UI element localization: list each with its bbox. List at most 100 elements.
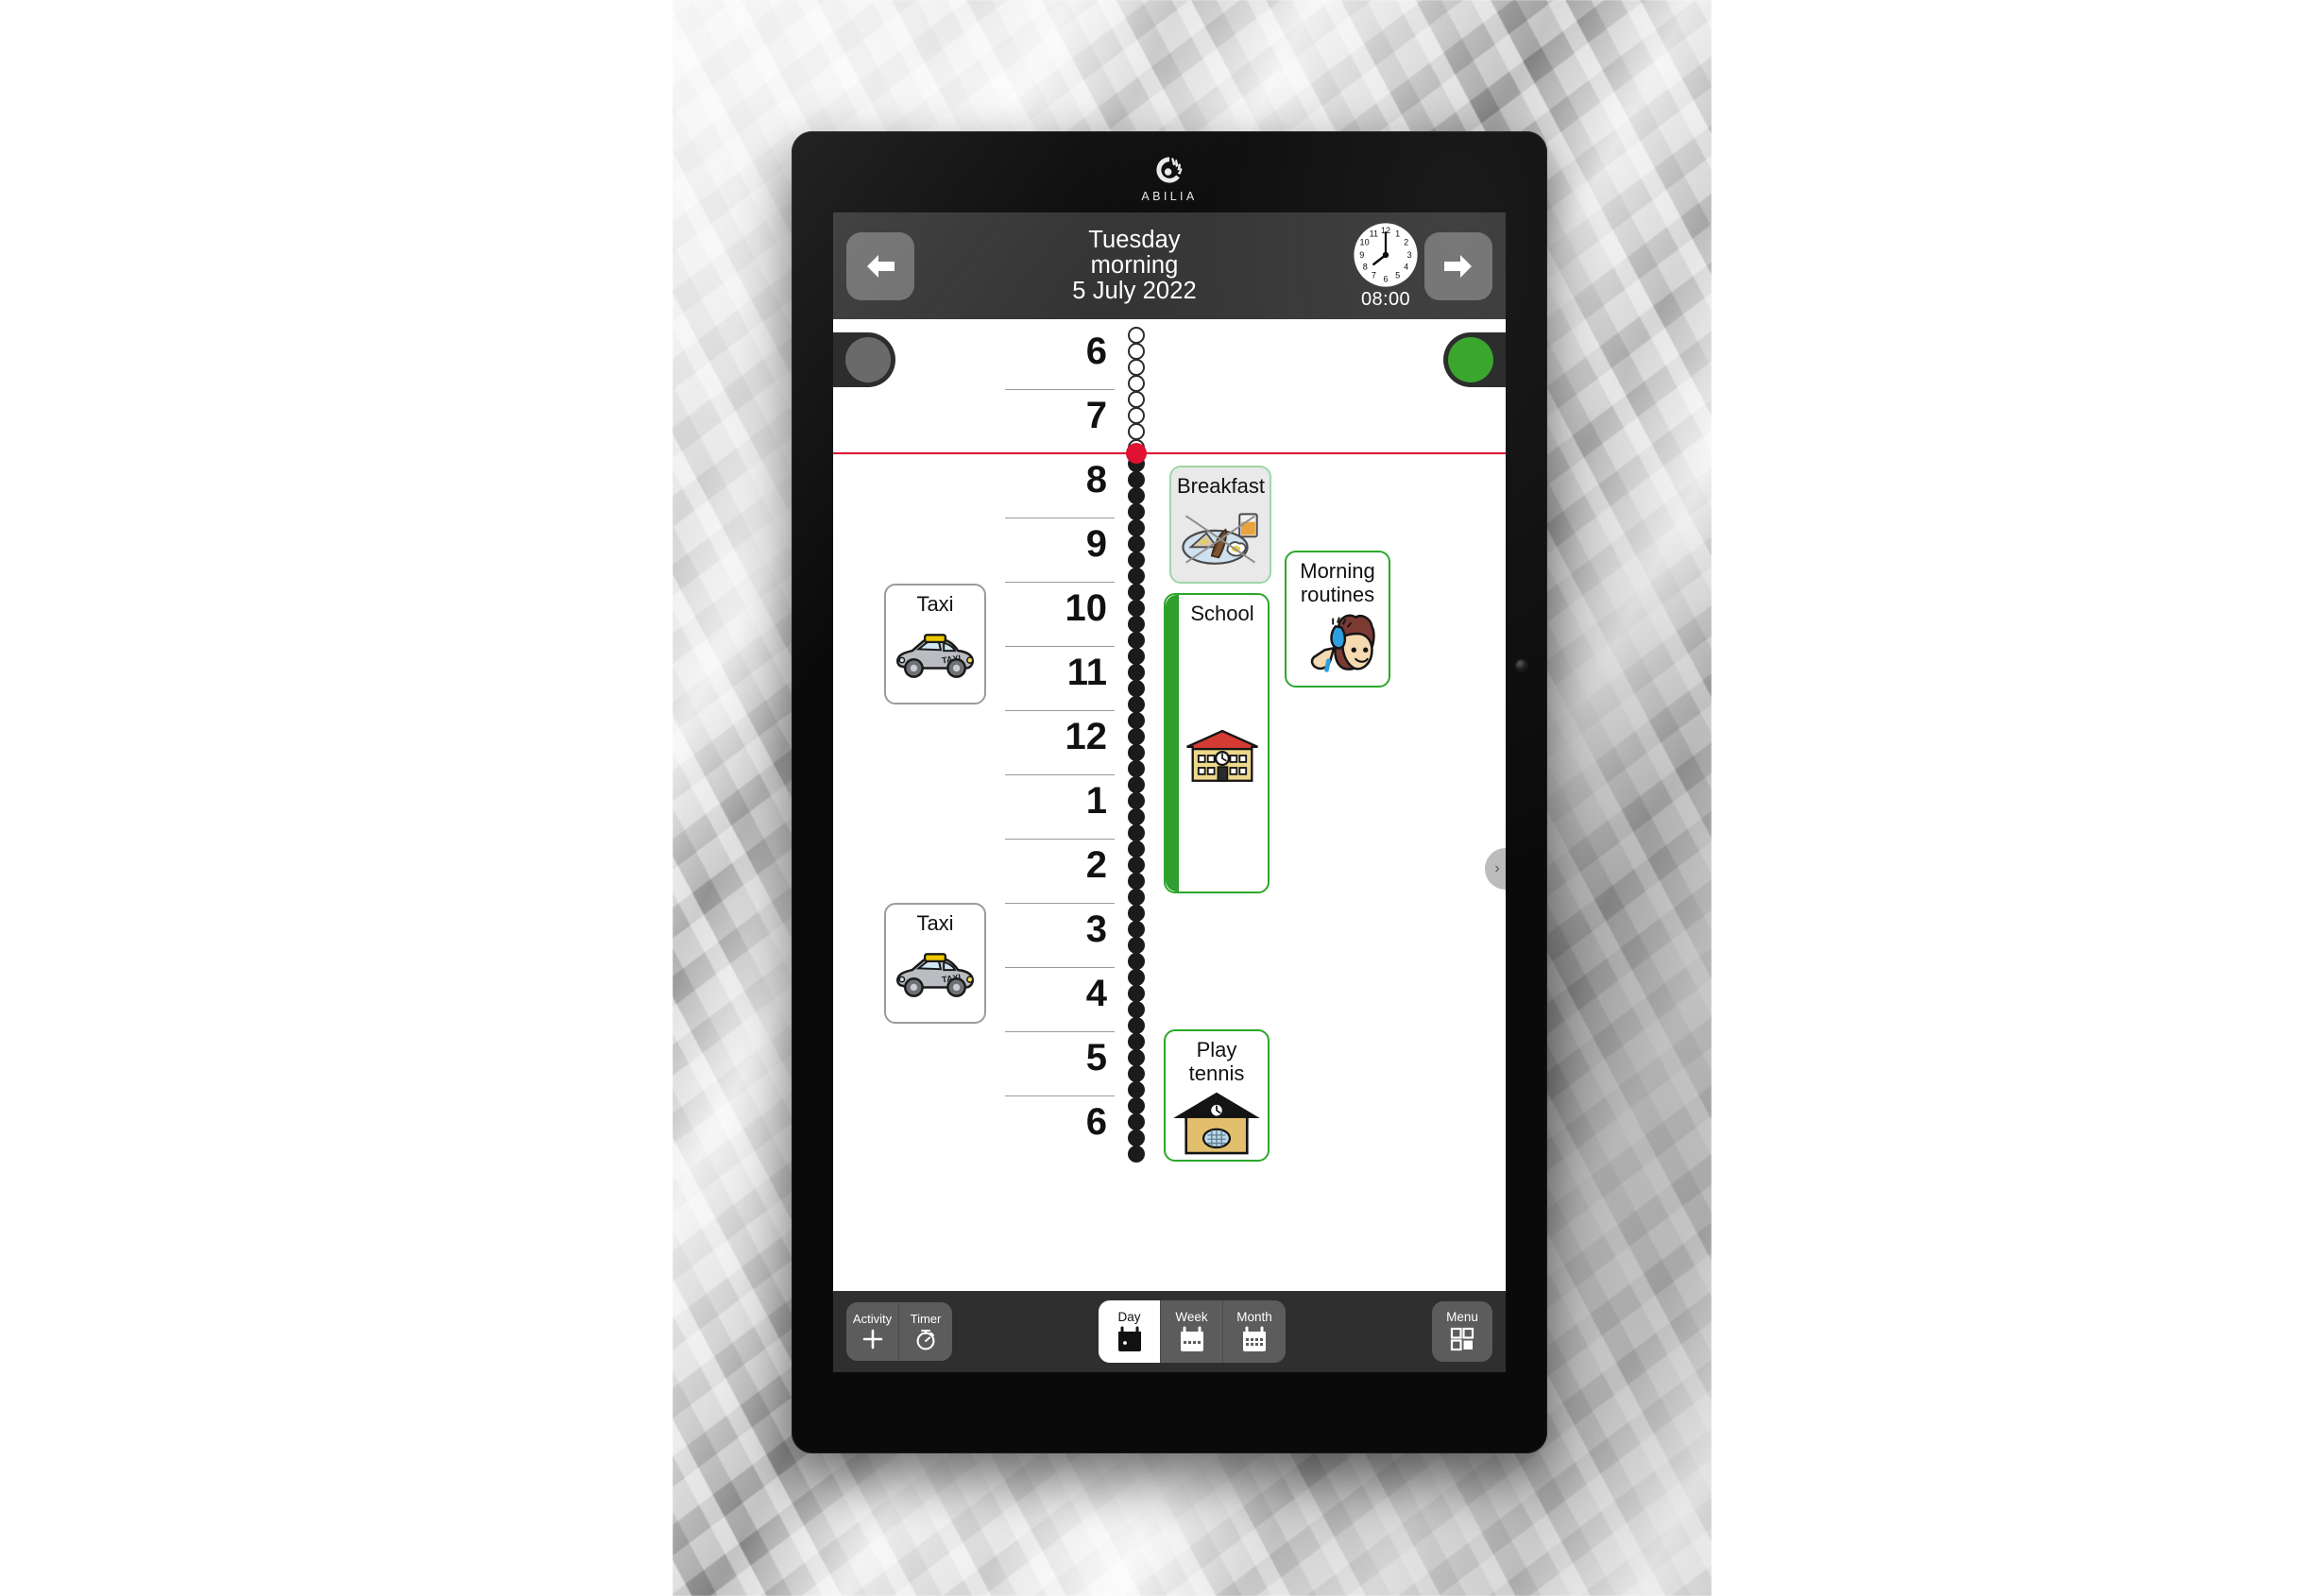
activity-card-breakfast[interactable]: Breakfast bbox=[1169, 466, 1271, 584]
quarter-dot-past bbox=[1128, 407, 1145, 424]
arrow-right-icon bbox=[1444, 254, 1472, 278]
quarter-dot-future bbox=[1128, 696, 1145, 713]
quarter-dot-future bbox=[1128, 776, 1145, 793]
hour-separator-line bbox=[1005, 646, 1115, 647]
quarter-dot-future bbox=[1128, 1113, 1145, 1130]
tennis-house-icon bbox=[1173, 1092, 1260, 1155]
activity-card-play-tennis[interactable]: Play tennis bbox=[1164, 1029, 1270, 1162]
hour-separator-line bbox=[1005, 903, 1115, 904]
bezel-screw bbox=[1516, 660, 1526, 671]
quarter-dot-future bbox=[1128, 503, 1145, 520]
activity-card-taxi-afternoon[interactable]: Taxi TAXI bbox=[884, 903, 986, 1024]
activity-card-school[interactable]: School bbox=[1164, 593, 1270, 893]
school-building-icon bbox=[1186, 729, 1258, 782]
tab-week-label: Week bbox=[1175, 1309, 1208, 1324]
quarter-dot-future bbox=[1128, 1146, 1145, 1163]
plus-icon bbox=[862, 1329, 882, 1349]
quarter-dot-future bbox=[1128, 1049, 1145, 1066]
svg-text:3: 3 bbox=[1407, 249, 1412, 259]
edge-scroll-handle[interactable]: › bbox=[1485, 848, 1506, 890]
quarter-dot-past bbox=[1128, 343, 1145, 360]
activity-card-art bbox=[1171, 1089, 1262, 1155]
add-activity-button[interactable]: Activity bbox=[846, 1302, 899, 1361]
menu-button[interactable]: Menu bbox=[1432, 1301, 1492, 1362]
quarter-dot-future bbox=[1128, 1081, 1145, 1098]
quarter-dot-future bbox=[1128, 680, 1145, 697]
breakfast-plate-icon bbox=[1182, 513, 1258, 565]
activity-card-taxi-morning[interactable]: Taxi TAXI bbox=[884, 584, 986, 705]
quarter-dot-past bbox=[1128, 359, 1145, 376]
quarter-dot-future bbox=[1128, 792, 1145, 809]
quarter-dot-future bbox=[1128, 712, 1145, 729]
left-toggle-knob bbox=[845, 337, 891, 382]
hour-separator-line bbox=[1005, 839, 1115, 840]
quarter-dot-future bbox=[1128, 840, 1145, 857]
digital-clock-label: 08:00 bbox=[1360, 288, 1411, 310]
abilia-tablet-device: ABILIA Tuesday morning 5 July 2022 12 1 … bbox=[792, 131, 1547, 1453]
hour-separator-line bbox=[1005, 389, 1115, 390]
tab-week[interactable]: Week bbox=[1161, 1300, 1223, 1363]
activity-timer-group: Activity Timer bbox=[846, 1302, 952, 1361]
hour-label: 7 bbox=[1085, 395, 1107, 436]
quarter-dot-future bbox=[1128, 985, 1145, 1002]
screen: Tuesday morning 5 July 2022 12 1 2 345 678… bbox=[833, 212, 1506, 1372]
previous-day-button[interactable] bbox=[846, 231, 914, 300]
hour-label: 4 bbox=[1085, 973, 1107, 1014]
quarter-dot-future bbox=[1128, 471, 1145, 488]
taxi-cab-icon: TAXI bbox=[896, 633, 974, 678]
add-activity-label: Activity bbox=[852, 1311, 893, 1326]
activity-card-morning-routines[interactable]: Morning routines bbox=[1285, 551, 1390, 688]
date-heading: Tuesday morning 5 July 2022 bbox=[918, 226, 1351, 304]
quarter-dot-future bbox=[1128, 969, 1145, 986]
hour-separator-line bbox=[1005, 774, 1115, 775]
left-pill-toggle[interactable]: › bbox=[833, 332, 895, 387]
hour-ruler: 6 7 8 9 10 11 12 1 2 3 4 5 6 bbox=[1005, 319, 1120, 1372]
date-label: 5 July 2022 bbox=[1072, 278, 1197, 304]
quarter-dot-future bbox=[1128, 552, 1145, 569]
activity-card-art bbox=[1183, 630, 1262, 884]
activity-card-title: Breakfast bbox=[1177, 474, 1265, 498]
part-of-day-label: morning bbox=[1090, 251, 1179, 279]
quarter-dot-future bbox=[1128, 953, 1145, 970]
activity-card-art bbox=[1177, 502, 1264, 574]
svg-text:5: 5 bbox=[1395, 270, 1400, 280]
arrow-left-icon bbox=[867, 254, 895, 278]
hour-label: 3 bbox=[1085, 908, 1107, 950]
weekday-label: Tuesday bbox=[1088, 226, 1181, 253]
hour-label: 2 bbox=[1085, 844, 1107, 886]
quarter-dot-future bbox=[1128, 824, 1145, 841]
hour-label: 12 bbox=[1065, 716, 1108, 757]
quarter-dot-future bbox=[1128, 1097, 1145, 1114]
svg-text:7: 7 bbox=[1372, 270, 1376, 280]
quarter-dot-future bbox=[1128, 600, 1145, 617]
quarter-dot-future bbox=[1128, 744, 1145, 761]
stopwatch-icon bbox=[916, 1329, 935, 1350]
menu-label: Menu bbox=[1446, 1309, 1478, 1324]
timer-button[interactable]: Timer bbox=[899, 1302, 952, 1361]
quarter-dot-future bbox=[1128, 1017, 1145, 1034]
quarter-dot-future bbox=[1128, 905, 1145, 922]
next-day-button[interactable] bbox=[1424, 231, 1492, 300]
right-pill-toggle[interactable]: ‹ bbox=[1443, 332, 1506, 387]
svg-text:10: 10 bbox=[1360, 237, 1370, 246]
tab-month[interactable]: Month bbox=[1223, 1300, 1286, 1363]
tab-month-label: Month bbox=[1236, 1309, 1272, 1324]
svg-text:9: 9 bbox=[1359, 249, 1364, 259]
tab-day[interactable]: Day bbox=[1099, 1300, 1161, 1363]
quarter-dot-future bbox=[1128, 632, 1145, 649]
tab-day-label: Day bbox=[1117, 1309, 1141, 1324]
right-toggle-knob bbox=[1448, 337, 1493, 382]
svg-text:2: 2 bbox=[1404, 237, 1408, 246]
current-time-line bbox=[833, 452, 1506, 454]
backdrop-mask-right bbox=[1712, 0, 2301, 1596]
activity-card-art: TAXI bbox=[892, 940, 979, 1014]
brand-name: ABILIA bbox=[1141, 190, 1198, 203]
quarter-dot-future bbox=[1128, 873, 1145, 890]
clock-widget[interactable]: 12 1 2 345 678 9 10 11 08:00 bbox=[1353, 222, 1419, 311]
hour-label: 1 bbox=[1085, 780, 1107, 822]
hour-label: 10 bbox=[1065, 587, 1108, 629]
calendar-week-icon bbox=[1180, 1326, 1203, 1352]
svg-text:11: 11 bbox=[1370, 229, 1378, 238]
hour-separator-line bbox=[1005, 1031, 1115, 1032]
quarter-dot-past bbox=[1128, 423, 1145, 440]
